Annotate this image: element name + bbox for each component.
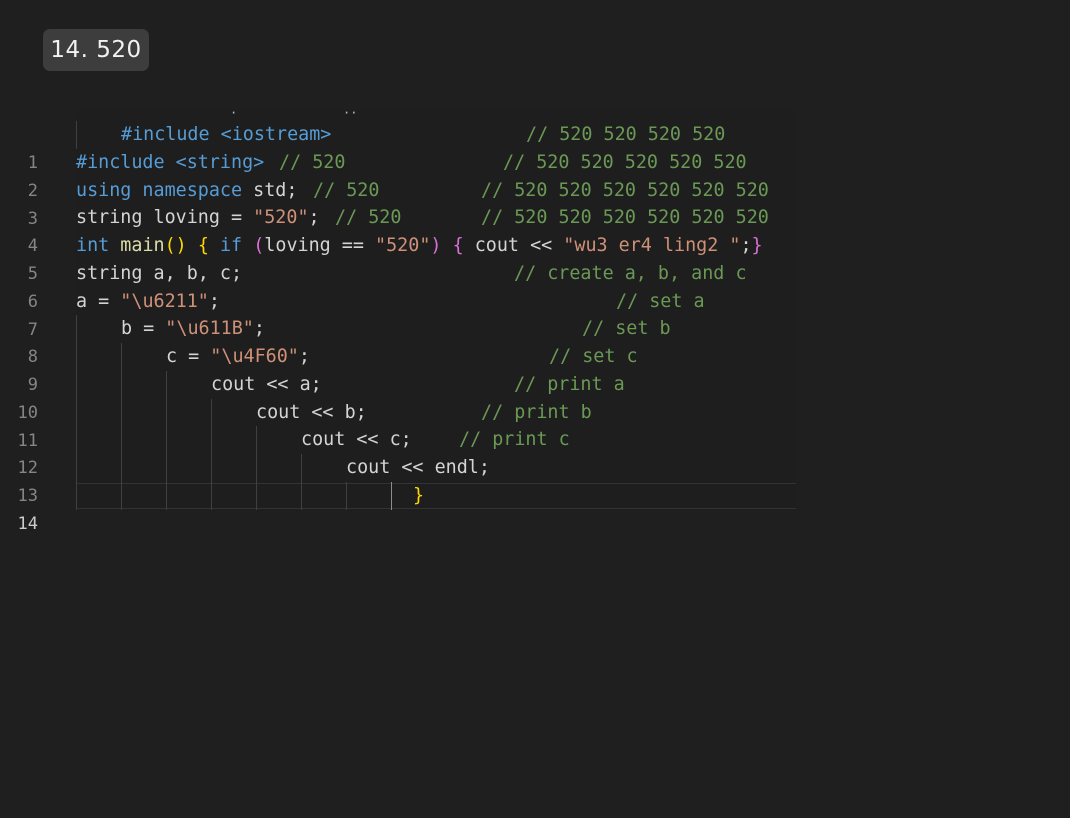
scroll-hint-dot: ·· xyxy=(343,106,358,120)
output-statement: cout << endl; xyxy=(346,457,490,478)
code-line-4[interactable]: 4 string loving = "520"; // 520 // 520 5… xyxy=(0,204,800,256)
code-comment: // print a xyxy=(514,374,625,395)
code-comment: // create a, b, and c xyxy=(514,263,747,284)
code-comment: // print c xyxy=(459,429,570,450)
indent-guide xyxy=(121,426,122,454)
indent-guide xyxy=(76,343,77,371)
indent-guide xyxy=(256,454,257,482)
code-comment: // 520 520 520 520 xyxy=(526,124,726,145)
code-line-7[interactable]: 7 a = "\u6211"; // set a xyxy=(0,288,800,340)
indent-guide xyxy=(121,343,122,371)
closing-brace: } xyxy=(413,485,425,506)
indent-guide xyxy=(256,482,257,510)
indent-guide xyxy=(76,454,77,482)
code-comment: // 520 520 520 520 520 520 xyxy=(481,207,769,228)
inline-comment: // 520 xyxy=(313,180,380,201)
scroll-hint-dot: · xyxy=(230,106,238,120)
code-comment: // 520 520 520 520 520 xyxy=(503,152,747,173)
code-line-13[interactable]: 13 cout << endl; xyxy=(0,454,800,506)
indent-guide xyxy=(121,482,122,510)
indent-guide xyxy=(76,426,77,454)
indent-guide xyxy=(76,482,77,510)
indent-guide xyxy=(76,315,77,343)
code-line-12[interactable]: 12 cout << c; // print c xyxy=(0,426,800,478)
indent-guide xyxy=(301,454,302,482)
indent-guide xyxy=(121,371,122,399)
indent-guide xyxy=(211,454,212,482)
code-comment: // 520 520 520 520 520 520 xyxy=(481,180,769,201)
code-line-8[interactable]: 8 b = "\u611B"; // set b xyxy=(0,315,800,367)
indent-guide xyxy=(166,482,167,510)
inline-comment: // 520 xyxy=(335,207,402,228)
code-line-14[interactable]: 14 } xyxy=(0,482,800,534)
declaration: string loving = "520"; xyxy=(76,207,320,228)
include-directive: #include <string> xyxy=(76,152,265,173)
code-comment: // print b xyxy=(481,402,592,423)
indent-guide xyxy=(301,482,302,510)
indent-guide xyxy=(346,482,347,510)
using-statement: using namespace std; xyxy=(76,180,298,201)
code-line-11[interactable]: 11 cout << b; // print b xyxy=(0,399,800,451)
indent-guide xyxy=(76,371,77,399)
active-indent-guide xyxy=(391,482,392,510)
indent-guide xyxy=(256,426,257,454)
output-statement: cout << a; xyxy=(211,374,322,395)
code-line-3[interactable]: 3 using namespace std; // 520 // 520 520… xyxy=(0,177,800,229)
line-number-active: 14 xyxy=(17,514,38,534)
indent-guide xyxy=(76,399,77,427)
output-statement: cout << b; xyxy=(256,402,367,423)
code-line-6[interactable]: 6 string a, b, c; // create a, b, and c xyxy=(0,260,800,312)
indent-guide xyxy=(166,426,167,454)
code-line-5[interactable]: 5 int main() { if (loving == "520") { co… xyxy=(0,232,800,284)
include-directive: #include <iostream> xyxy=(121,124,332,145)
indent-guide xyxy=(76,121,77,149)
indent-guide xyxy=(211,426,212,454)
code-comment: // set c xyxy=(549,346,638,367)
code-editor[interactable]: · ·· 1 #include <iostream> // 520 520 52… xyxy=(0,106,800,534)
inline-comment: // 520 xyxy=(279,152,346,173)
indent-guide xyxy=(211,399,212,427)
indent-guide xyxy=(166,371,167,399)
indent-guide xyxy=(121,454,122,482)
assignment: b = "\u611B"; xyxy=(121,318,265,339)
code-comment: // set b xyxy=(582,318,671,339)
indent-guide xyxy=(121,399,122,427)
code-line-2[interactable]: 2 #include <string> // 520 // 520 520 52… xyxy=(0,149,800,201)
slide-number-badge: 14. 520 xyxy=(43,29,149,71)
output-statement: cout << c; xyxy=(301,429,412,450)
indent-guide xyxy=(166,454,167,482)
indent-guide xyxy=(166,399,167,427)
indent-guide xyxy=(211,482,212,510)
code-line-10[interactable]: 10 cout << a; // print a xyxy=(0,371,800,423)
code-line-1[interactable]: 1 #include <iostream> // 520 520 520 520 xyxy=(0,121,800,173)
assignment: c = "\u4F60"; xyxy=(166,346,310,367)
main-function-signature: int main() { if (loving == "520") { cout… xyxy=(76,235,763,256)
assignment: a = "\u6211"; xyxy=(76,291,220,312)
declaration: string a, b, c; xyxy=(76,263,243,284)
code-line-9[interactable]: 9 c = "\u4F60"; // set c xyxy=(0,343,800,395)
code-comment: // set a xyxy=(616,291,705,312)
